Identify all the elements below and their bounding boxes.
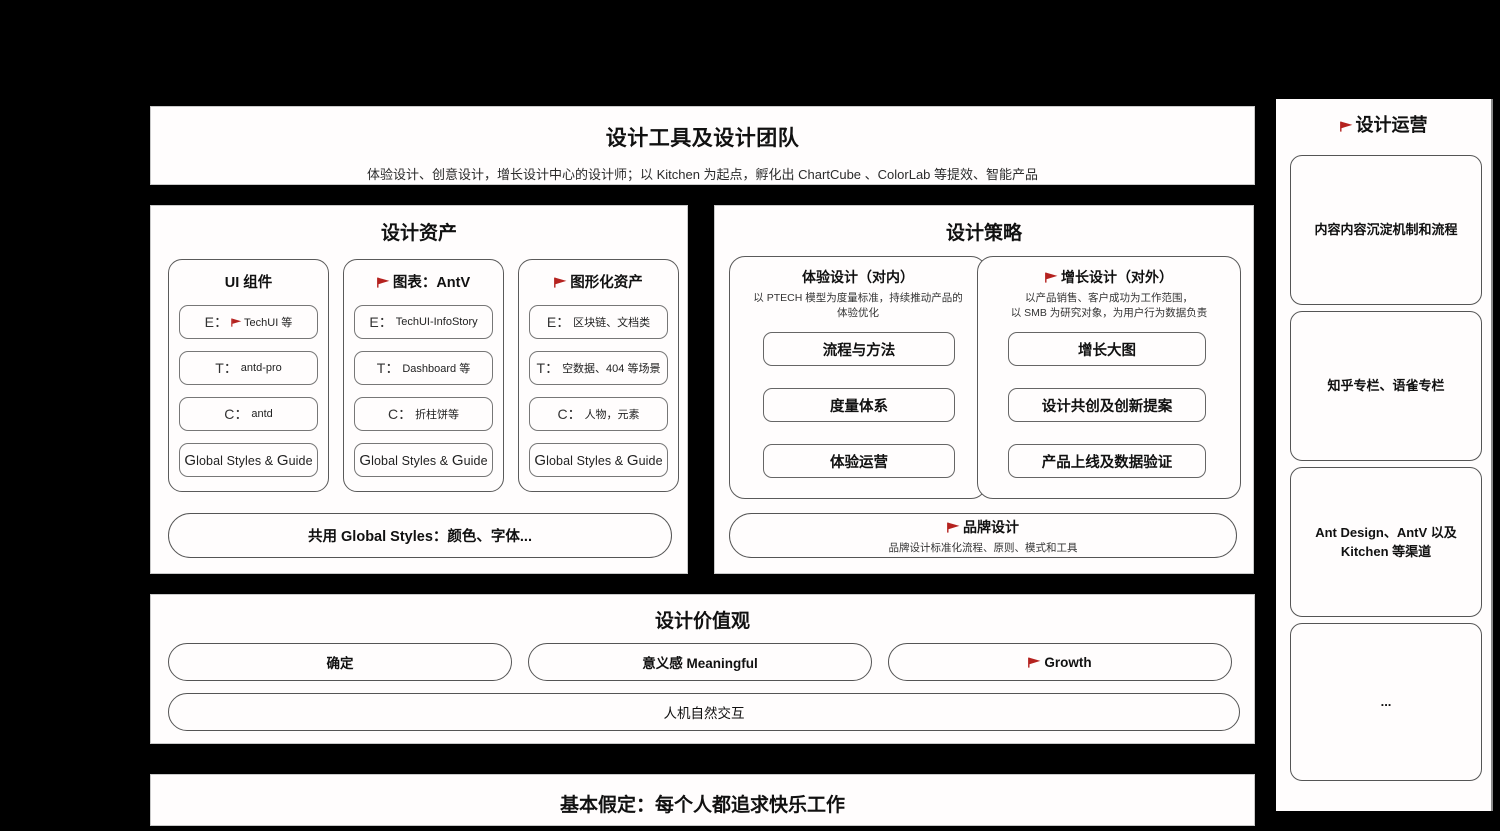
sidebar-card-2[interactable]: Ant Design、AntV 以及 Kitchen 等渠道 xyxy=(1290,467,1482,617)
asset-item-key: T： xyxy=(215,360,238,376)
strategy-item-1-0[interactable]: 增长大图 xyxy=(1008,332,1206,367)
red-flag-icon xyxy=(554,277,567,288)
strategy-group-items: 增长大图设计共创及创新提案 产品上线及数据验证 xyxy=(992,332,1226,479)
asset-item-key: T： xyxy=(536,360,560,376)
value-pill-2[interactable]: Growth xyxy=(888,643,1232,681)
sidebar-card-0[interactable]: 内容内容沉淀机制和流程 xyxy=(1290,155,1482,305)
asset-column-title: UI 组件 xyxy=(224,275,273,291)
red-flag-icon xyxy=(376,277,390,288)
brand-design-label: 品牌设计 xyxy=(947,517,1019,537)
asset-item-key: T： xyxy=(376,360,400,376)
asset-item-0-0[interactable]: E： TechUI 等 xyxy=(179,305,318,339)
asset-item-value: Dashboard 等 xyxy=(402,363,471,375)
global-styles-guide-label: Global Styles & Guide xyxy=(359,451,488,469)
asset-item-key: E： xyxy=(369,314,393,330)
value-pill-label: 确定 xyxy=(326,656,354,671)
asset-column-1: 图表：AntV E： TechUI-InfoStory T： Dashboard 等 C：… xyxy=(343,259,504,492)
red-flag-icon xyxy=(1339,121,1353,132)
asset-item-0-1[interactable]: T： antd-pro xyxy=(179,351,318,385)
asset-item-2-0[interactable]: E： 区块链、文档类 xyxy=(529,305,668,339)
strategy-group-0: 体验设计（对内） 以 PTECH 模型为度量标准，持续推动产品的 体验优化流程与方法… xyxy=(729,256,987,499)
asset-item-value: 空数据、404 等场景 xyxy=(562,363,661,375)
shared-global-styles-pill[interactable]: 共用 Global Styles：颜色、字体... xyxy=(168,513,672,558)
design-strategy-groups: 体验设计（对内） 以 PTECH 模型为度量标准，持续推动产品的 体验优化流程与方法… xyxy=(729,256,1241,499)
value-pill-label: 意义感 Meaningful xyxy=(642,656,758,671)
asset-item-2-2[interactable]: C： 人物，元素 xyxy=(529,397,668,431)
shared-global-styles-label: 共用 Global Styles：颜色、字体... xyxy=(308,529,532,545)
asset-column-footer-2[interactable]: Global Styles & Guide xyxy=(529,443,668,477)
strategy-group-1: 增长设计（对外） 以产品销售、客户成功为工作范围，以 SMB 为研究对象，为用户行… xyxy=(977,256,1241,499)
asset-column-0: UI 组件 E： TechUI 等 T： antd-pro C： antd Global St… xyxy=(168,259,329,492)
design-strategy-panel: 设计策略 体验设计（对内） 以 PTECH 模型为度量标准，持续推动产品的 体验优化… xyxy=(714,205,1254,574)
asset-item-key: E： xyxy=(546,314,571,330)
sidebar-card-3[interactable]: ... xyxy=(1290,623,1482,781)
asset-item-value: antd xyxy=(251,408,273,420)
asset-column-title: 图形化资产 xyxy=(529,271,668,292)
red-flag-icon xyxy=(947,522,960,533)
asset-column-footer-0[interactable]: Global Styles & Guide xyxy=(179,443,318,477)
red-flag-icon xyxy=(1045,272,1058,283)
asset-item-value: TechUI 等 xyxy=(231,314,292,330)
asset-column-title: 图表：AntV xyxy=(354,271,493,292)
design-values-panel: 设计价值观 确定 意义感 Meaningful Growth 人机自然交互 xyxy=(150,594,1255,744)
design-assets-panel: 设计资产 UI 组件 E： TechUI 等 T： antd-pro C： antd Glob… xyxy=(150,205,688,574)
design-operations-title: 设计运营 xyxy=(1276,111,1491,137)
design-strategy-title: 设计策略 xyxy=(945,223,1022,244)
page-subtitle: 体验设计、创意设计，增长设计中心的设计师；以 Kitchen 为起点，孵化出 C… xyxy=(366,167,1039,182)
strategy-group-title: 增长设计（对外） xyxy=(992,267,1226,287)
strategy-group-items: 流程与方法度量体系体验运营 xyxy=(744,332,972,479)
value-pill-human-interaction[interactable]: 人机自然交互 xyxy=(168,693,1240,731)
asset-item-2-1[interactable]: T： 空数据、404 等场景 xyxy=(529,351,668,385)
red-flag-icon xyxy=(1028,657,1041,668)
page-title: 设计工具及设计团队 xyxy=(605,127,800,150)
sidebar-card-label: Ant Design、AntV 以及 Kitchen 等渠道 xyxy=(1315,524,1457,560)
strategy-item-0-1[interactable]: 度量体系 xyxy=(763,388,955,423)
basic-assumption-title: 基本假定：每个人都追求快乐工作 xyxy=(559,795,845,816)
strategy-item-0-2[interactable]: 体验运营 xyxy=(763,444,955,479)
strategy-item-1-1[interactable]: 设计共创及创新提案 xyxy=(1008,388,1206,423)
design-assets-title: 设计资产 xyxy=(380,223,457,244)
asset-column-footer-1[interactable]: Global Styles & Guide xyxy=(354,443,493,477)
sidebar-card-1[interactable]: 知乎专栏、语雀专栏 xyxy=(1290,311,1482,461)
asset-item-key: C： xyxy=(557,406,582,422)
asset-item-value: 折柱饼等 xyxy=(415,409,460,421)
design-assets-columns: UI 组件 E： TechUI 等 T： antd-pro C： antd Global St… xyxy=(168,259,679,492)
header-panel: 设计工具及设计团队 体验设计、创意设计，增长设计中心的设计师；以 Kitchen… xyxy=(150,106,1255,185)
brand-design-pill[interactable]: 品牌设计 品牌设计标准化流程、原则、模式和工具 xyxy=(729,513,1237,558)
design-operations-sidebar: 设计运营 内容内容沉淀机制和流程 知乎专栏、语雀专栏 Ant Design、AntV… xyxy=(1276,99,1493,811)
asset-item-key: E： xyxy=(204,314,229,330)
value-pill-1[interactable]: 意义感 Meaningful xyxy=(528,643,872,681)
asset-item-key: C： xyxy=(224,406,249,422)
strategy-group-subtitle: 以产品销售、客户成功为工作范围，以 SMB 为研究对象，为用户行为数据负责 xyxy=(1010,292,1208,320)
design-values-pill-row: 确定 意义感 Meaningful Growth xyxy=(168,643,1232,681)
strategy-group-subtitle: 以 PTECH 模型为度量标准，持续推动产品的 体验优化 xyxy=(753,292,963,320)
asset-item-value: 人物，元素 xyxy=(584,409,640,421)
asset-item-value: antd-pro xyxy=(240,362,282,374)
sidebar-card-label: 内容内容沉淀机制和流程 xyxy=(1314,222,1458,238)
basic-assumption-panel: 基本假定：每个人都追求快乐工作 xyxy=(150,774,1255,826)
global-styles-guide-label: Global Styles & Guide xyxy=(184,451,313,469)
asset-item-value: TechUI-InfoStory xyxy=(395,316,478,328)
value-pill-label: Growth xyxy=(1044,654,1092,670)
design-values-title: 设计价值观 xyxy=(654,611,750,632)
asset-item-0-2[interactable]: C： antd xyxy=(179,397,318,431)
value-pill-0[interactable]: 确定 xyxy=(168,643,512,681)
brand-design-subtitle: 品牌设计标准化流程、原则、模式和工具 xyxy=(888,541,1078,554)
strategy-group-title: 体验设计（对内） xyxy=(802,269,914,285)
slide-canvas: 设计工具及设计团队 体验设计、创意设计，增长设计中心的设计师；以 Kitchen… xyxy=(0,0,1500,831)
strategy-item-0-0[interactable]: 流程与方法 xyxy=(763,332,955,367)
global-styles-guide-label: Global Styles & Guide xyxy=(534,451,663,469)
asset-column-2: 图形化资产 E： 区块链、文档类 T： 空数据、404 等场景 C： 人物，元素 Global… xyxy=(518,259,679,492)
sidebar-card-label: 知乎专栏、语雀专栏 xyxy=(1327,378,1445,394)
asset-item-1-2[interactable]: C： 折柱饼等 xyxy=(354,397,493,431)
value-pill-human-interaction-label: 人机自然交互 xyxy=(663,706,745,721)
asset-item-key: C： xyxy=(387,406,413,422)
asset-item-1-1[interactable]: T： Dashboard 等 xyxy=(354,351,493,385)
asset-item-value: 区块链、文档类 xyxy=(573,317,651,329)
asset-item-1-0[interactable]: E： TechUI-InfoStory xyxy=(354,305,493,339)
sidebar-card-label: ... xyxy=(1380,694,1392,710)
strategy-item-1-2[interactable]: 产品上线及数据验证 xyxy=(1008,444,1206,479)
red-flag-icon xyxy=(231,318,242,327)
